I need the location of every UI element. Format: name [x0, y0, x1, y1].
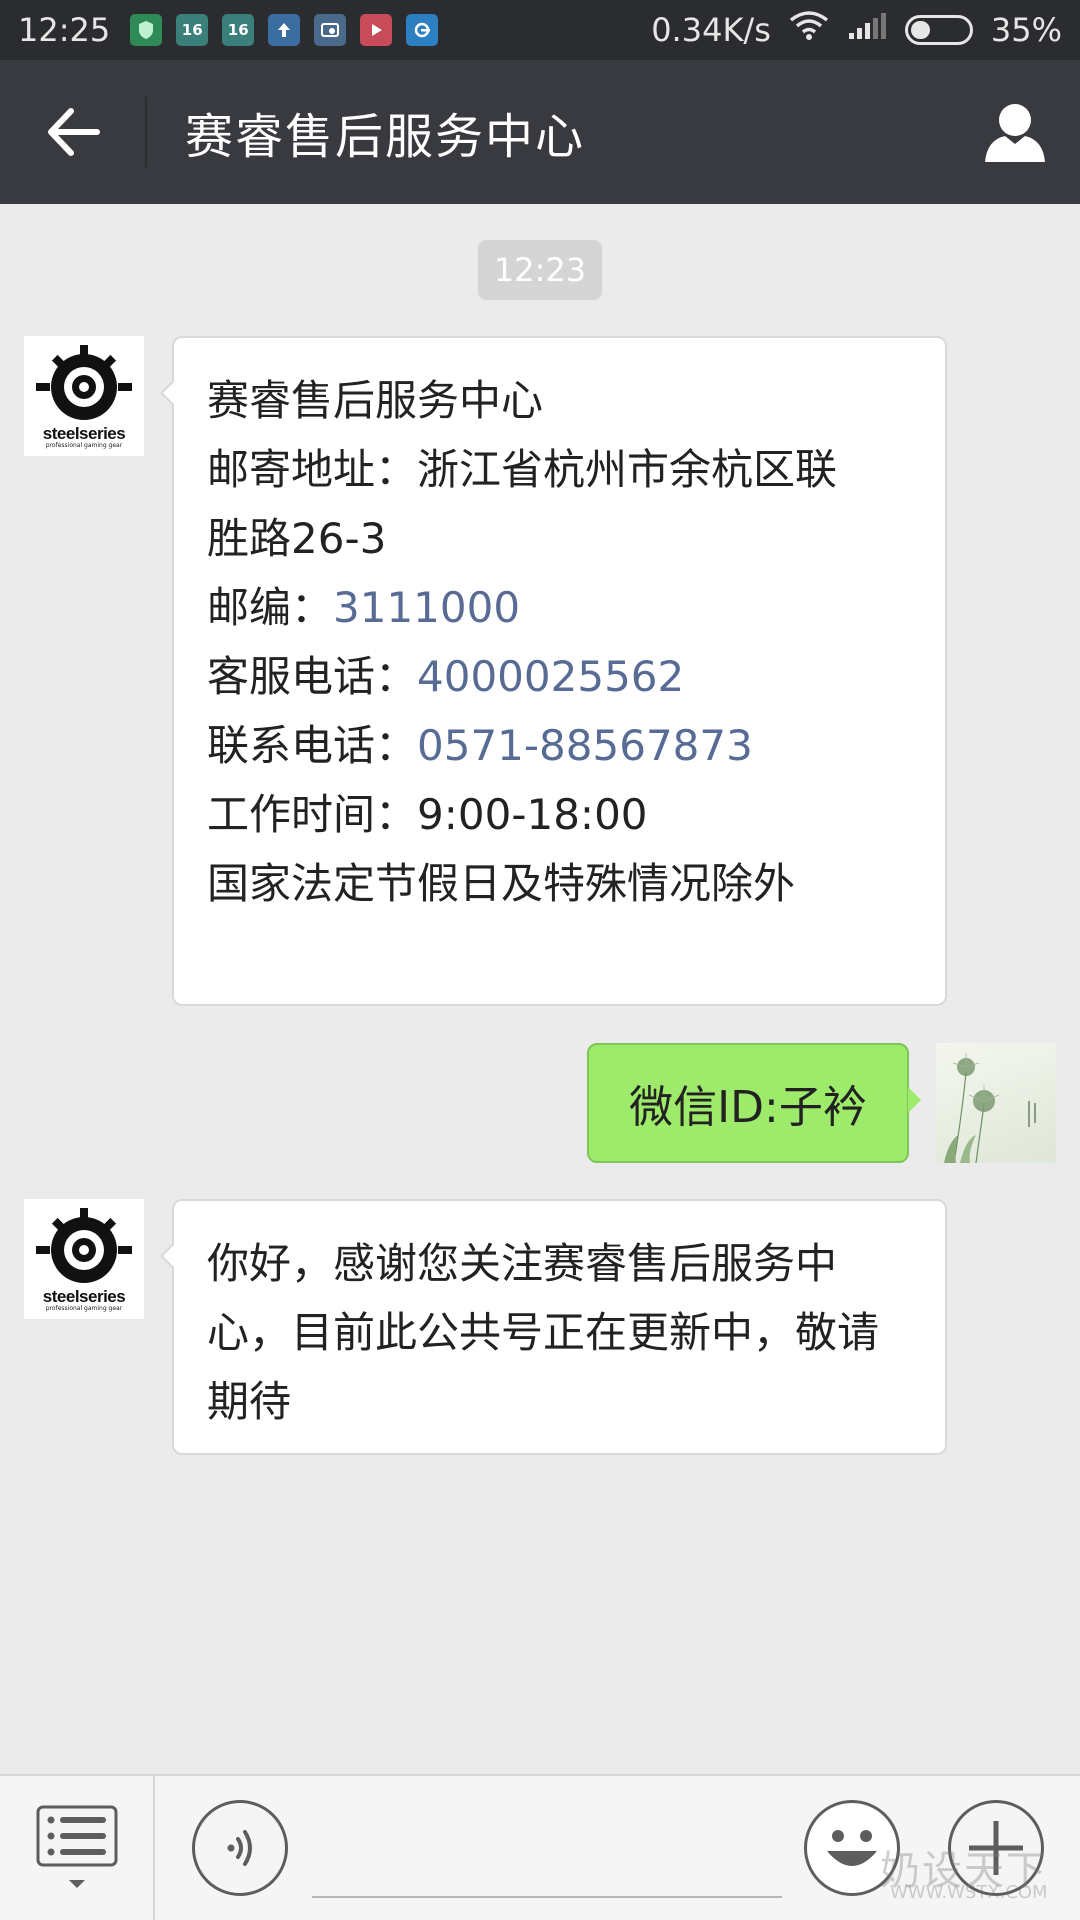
signal-icon [847, 11, 887, 49]
browser-app-icon [406, 14, 439, 46]
app-16-icon: 16 [176, 14, 209, 46]
message-line: 客服电话：4000025562 [207, 642, 913, 711]
message-line: 联系电话：0571-88567873 [207, 711, 913, 780]
message-line: 心，目前此公共号正在更新中，敬请 [207, 1308, 880, 1357]
person-icon [985, 104, 1045, 162]
status-time: 12:25 [18, 11, 111, 49]
steelseries-avatar[interactable]: steelseries professional gaming gear [24, 336, 144, 456]
video-app-icon [360, 14, 393, 46]
status-right: 0.34K/s 35% [651, 11, 1062, 49]
battery-icon [904, 15, 973, 45]
steelseries-avatar[interactable]: steelseries professional gaming gear [24, 1199, 144, 1319]
message-line: 工作时间：9:00-18:00 [207, 790, 648, 839]
voice-input-button[interactable] [192, 1800, 288, 1896]
message-line: 邮寄地址：浙江省杭州市余杭区联 [207, 445, 838, 494]
back-arrow-icon [47, 108, 100, 156]
message-line: 期待 [207, 1377, 292, 1426]
message-line: 你好，感谢您关注赛睿售后服务中 [207, 1239, 838, 1288]
app-16-icon: 16 [222, 14, 255, 46]
message-timestamp: 12:23 [478, 240, 602, 300]
avatar-tagline: professional gaming gear [45, 442, 123, 449]
battery-percent: 35% [990, 11, 1062, 49]
clock-app-icon [314, 14, 347, 46]
security-shield-icon [130, 14, 163, 46]
message-line: 国家法定节假日及特殊情况除外 [207, 859, 796, 908]
service-phone-label: 客服电话： [207, 652, 418, 701]
network-speed: 0.34K/s [651, 11, 771, 49]
steelseries-logo-icon [36, 1208, 132, 1283]
message-input[interactable] [312, 1896, 782, 1898]
title-divider [145, 97, 147, 167]
avatar-tagline: professional gaming gear [45, 1305, 123, 1312]
upload-arrow-icon [268, 14, 301, 46]
message-line: 胜路26-3 [207, 514, 387, 563]
steelseries-logo-icon [36, 345, 132, 420]
watermark-url: WWW.WSTX.COM [890, 1882, 1048, 1903]
service-phone-link[interactable]: 4000025562 [417, 652, 684, 701]
postcode-label: 邮编： [207, 583, 334, 632]
message-bubble-outgoing[interactable]: 微信ID:子衿 [587, 1043, 921, 1163]
user-avatar[interactable] [936, 1043, 1056, 1163]
contact-phone-label: 联系电话： [207, 721, 418, 770]
back-button[interactable] [0, 60, 145, 204]
message-bubble-welcome[interactable]: 你好，感谢您关注赛睿售后服务中 心，目前此公共号正在更新中，敬请 期待 [160, 1199, 947, 1455]
voice-wave-icon [227, 1830, 252, 1866]
wifi-icon [789, 11, 829, 49]
notification-icons: 16 16 [130, 14, 439, 46]
page-title: 赛睿售后服务中心 [185, 109, 586, 165]
contact-phone-link[interactable]: 0571-88567873 [417, 721, 753, 770]
avatar-brand-text: steelseries [42, 1287, 126, 1306]
profile-button[interactable] [950, 60, 1080, 204]
title-bar: 赛睿售后服务中心 [0, 60, 1080, 204]
status-bar: 12:25 16 16 0.34K/s 35% [0, 0, 1080, 60]
message-bubble-contact-info[interactable]: 赛睿售后服务中心 邮寄地址：浙江省杭州市余杭区联 胜路26-3 邮编：31110… [160, 336, 947, 1006]
avatar-brand-text: steelseries [42, 424, 126, 443]
message-line: 邮编：3111000 [207, 573, 913, 642]
menu-list-icon [36, 1805, 117, 1888]
postcode-link[interactable]: 3111000 [333, 583, 520, 632]
message-line: 赛睿售后服务中心 [207, 376, 544, 425]
menu-toggle-button[interactable] [0, 1776, 155, 1920]
dandelion-image-icon [944, 1053, 1036, 1163]
